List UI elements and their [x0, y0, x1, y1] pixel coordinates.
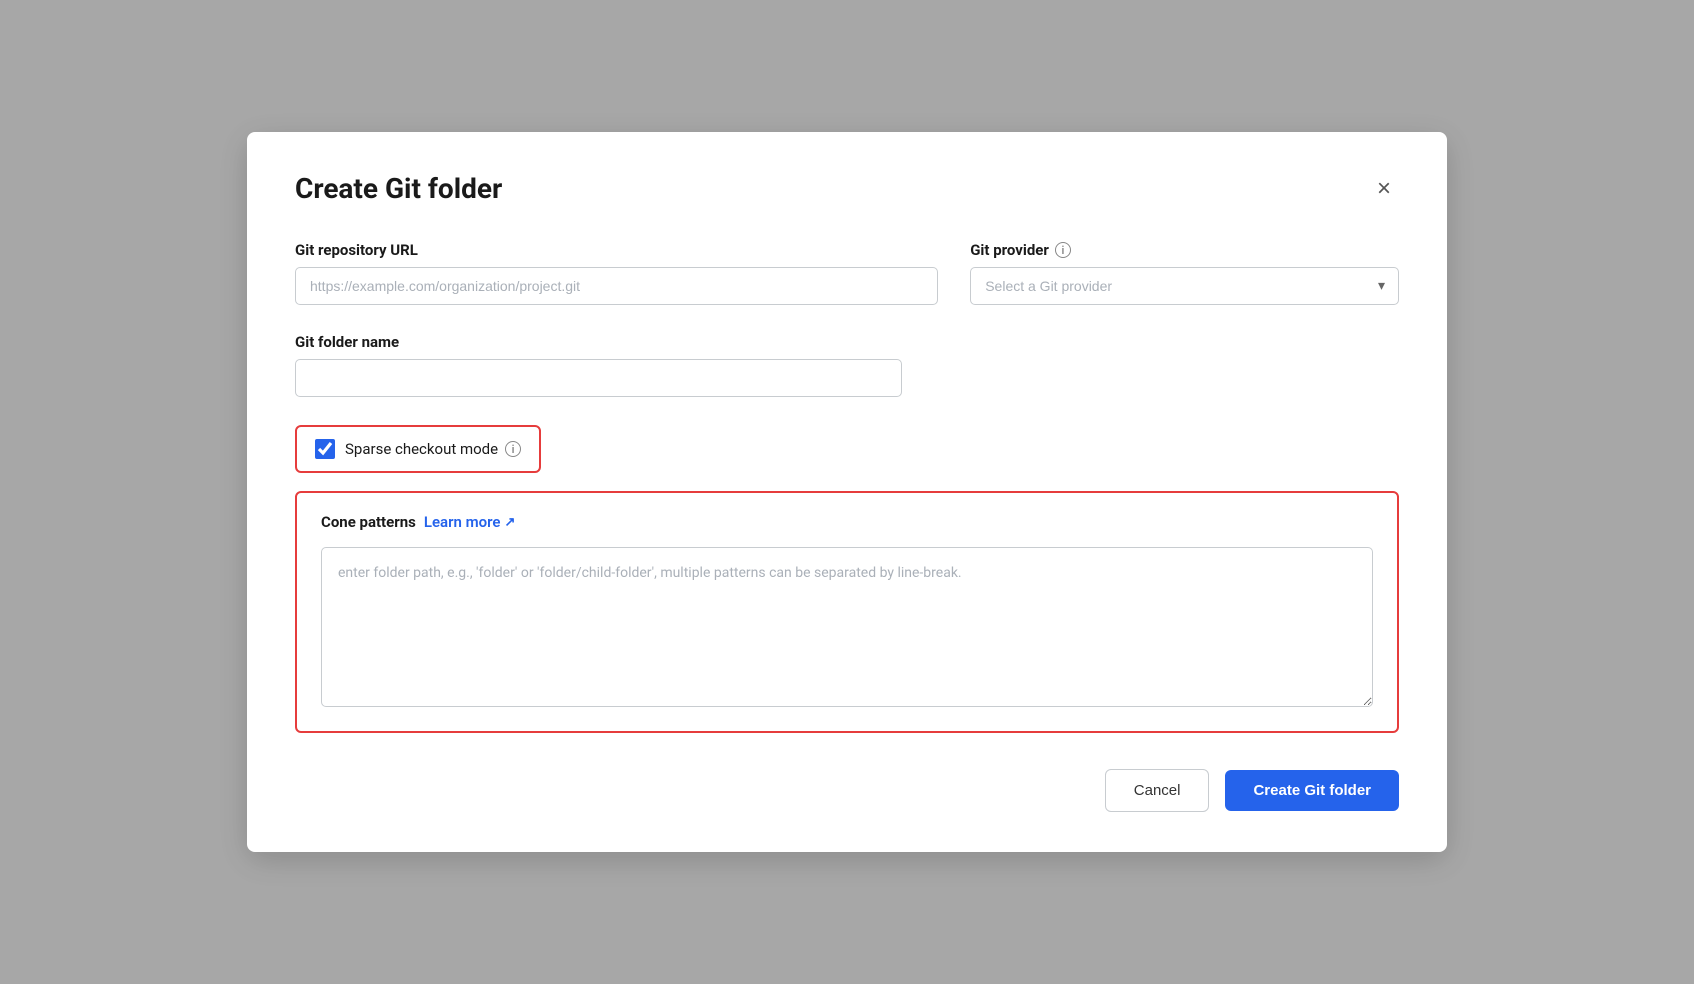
modal-footer: Cancel Create Git folder: [295, 769, 1399, 812]
sparse-checkout-info-icon: i: [505, 441, 521, 457]
create-git-folder-modal: Create Git folder × Git repository URL G…: [247, 132, 1447, 852]
cone-patterns-textarea[interactable]: [321, 547, 1373, 707]
git-provider-select[interactable]: Select a Git provider GitHub GitLab Bitb…: [970, 267, 1399, 305]
sparse-section: Sparse checkout mode i Cone patterns Lea…: [295, 425, 1399, 733]
git-repo-url-input[interactable]: [295, 267, 938, 305]
create-git-folder-button[interactable]: Create Git folder: [1225, 770, 1399, 811]
cancel-button[interactable]: Cancel: [1105, 769, 1210, 812]
sparse-checkout-label: Sparse checkout mode i: [345, 440, 521, 458]
cone-patterns-label: Cone patterns Learn more ↗: [321, 513, 1373, 531]
git-folder-name-group: Git folder name: [295, 333, 902, 397]
modal-header: Create Git folder ×: [295, 172, 1399, 205]
modal-title: Create Git folder: [295, 172, 502, 205]
git-provider-info-icon: i: [1055, 242, 1071, 258]
folder-name-row: Git folder name: [295, 333, 1399, 397]
git-provider-select-wrapper: Select a Git provider GitHub GitLab Bitb…: [970, 267, 1399, 305]
git-provider-group: Git provider i Select a Git provider Git…: [970, 241, 1399, 305]
url-provider-row: Git repository URL Git provider i Select…: [295, 241, 1399, 305]
sparse-checkout-row[interactable]: Sparse checkout mode i: [295, 425, 541, 473]
git-folder-name-label: Git folder name: [295, 333, 902, 351]
git-folder-name-input[interactable]: [295, 359, 902, 397]
git-repo-url-group: Git repository URL: [295, 241, 938, 305]
git-provider-label: Git provider i: [970, 241, 1399, 259]
sparse-checkout-checkbox[interactable]: [315, 439, 335, 459]
git-repo-url-label: Git repository URL: [295, 241, 938, 259]
modal-overlay: Create Git folder × Git repository URL G…: [0, 0, 1694, 984]
external-link-icon: ↗: [504, 515, 515, 530]
learn-more-link[interactable]: Learn more ↗: [424, 513, 516, 531]
cone-patterns-section: Cone patterns Learn more ↗: [295, 491, 1399, 733]
close-button[interactable]: ×: [1369, 173, 1399, 205]
